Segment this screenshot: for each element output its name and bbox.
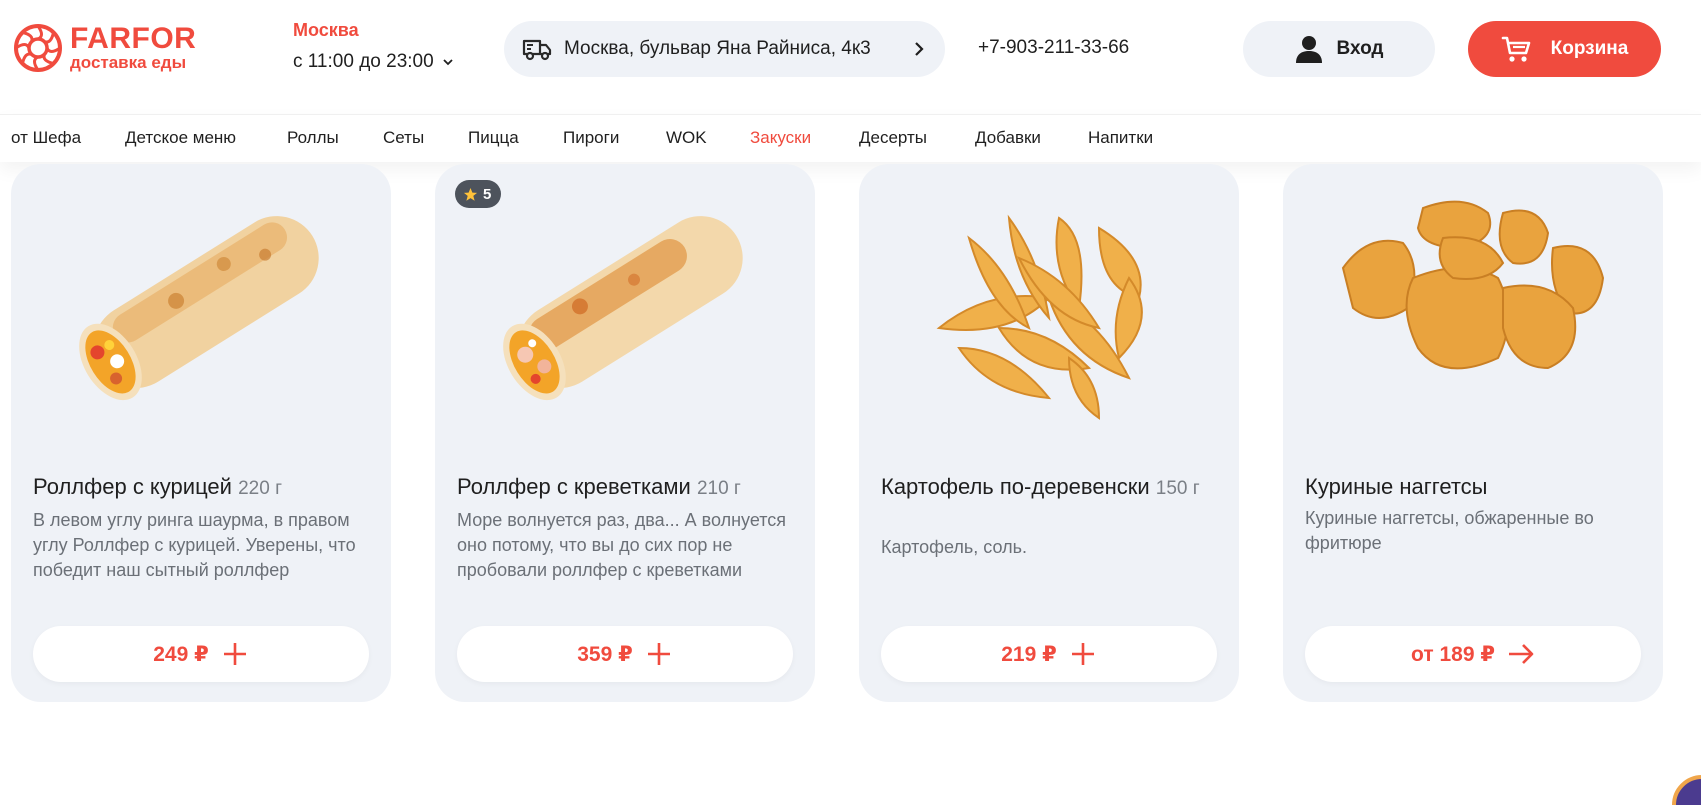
add-to-cart-button[interactable]: 359 ₽ [457, 626, 793, 682]
logo-icon [14, 24, 62, 72]
product-name: Куриные наггетсы [1305, 474, 1488, 499]
product-description: Куриные наггетсы, обжаренные во фритюре [1305, 508, 1594, 553]
working-hours-label: с 11:00 до 23:00 [293, 51, 434, 72]
product-title: Картофель по-деревенски 150 г [881, 472, 1221, 503]
choose-option-button[interactable]: от 189 ₽ [1305, 626, 1641, 682]
product-price: 249 ₽ [153, 642, 209, 666]
product-image-chicken-nuggets [1341, 200, 1605, 370]
product-description: Картофель, соль. [881, 537, 1027, 557]
arrow-right-icon [1508, 644, 1534, 664]
category-nav: от Шефа Детское меню Роллы Сеты Пицца Пи… [0, 114, 1701, 162]
city-name[interactable]: Москва [293, 20, 454, 41]
product-name: Роллфер с курицей [33, 474, 232, 499]
logo-subtitle: доставка еды [70, 53, 187, 72]
product-weight: 220 г [238, 478, 283, 499]
delivery-truck-icon [522, 39, 552, 61]
product-name: Роллфер с креветками [457, 474, 691, 499]
product-title: Роллфер с курицей 220 г [33, 472, 373, 503]
nav-item-kids-menu[interactable]: Детское меню [125, 128, 236, 148]
nav-item-wok[interactable]: WOK [666, 128, 707, 148]
user-icon [1295, 36, 1322, 63]
add-to-cart-button[interactable]: 219 ₽ [881, 626, 1217, 682]
site-header: FARFOR доставка еды Москва с 11:00 до 23… [0, 0, 1701, 114]
product-weight: 210 г [696, 478, 741, 499]
rating-value: 5 [483, 185, 492, 203]
cart-button[interactable]: Корзина [1468, 21, 1661, 77]
product-card[interactable]: 5 Роллфер с креветками 210 г Море волнуе… [435, 164, 815, 702]
login-button[interactable]: Вход [1243, 21, 1435, 77]
chevron-right-icon [915, 42, 924, 56]
login-label: Вход [1336, 38, 1384, 59]
product-description: Море волнуется раз, два... А волнуется о… [457, 510, 787, 580]
chevron-down-icon [443, 59, 453, 66]
product-price: от 189 ₽ [1411, 642, 1495, 666]
nav-item-pies[interactable]: Пироги [563, 128, 619, 148]
nav-item-chef[interactable]: от Шефа [11, 128, 81, 148]
product-image-potato-wedges [936, 214, 1143, 420]
plus-icon [223, 643, 246, 665]
product-price: 359 ₽ [577, 642, 633, 666]
add-to-cart-button[interactable]: 249 ₽ [33, 626, 369, 682]
plus-icon [1071, 643, 1094, 665]
nav-item-sets[interactable]: Сеты [383, 128, 424, 148]
nav-item-drinks[interactable]: Напитки [1088, 128, 1153, 148]
city-selector: Москва с 11:00 до 23:00 [293, 20, 454, 73]
product-image-chicken-roll [79, 216, 319, 401]
nav-item-pizza[interactable]: Пицца [468, 128, 519, 148]
product-image-shrimp-roll [503, 216, 743, 401]
delivery-address-button[interactable]: Москва, бульвар Яна Райниса, 4к3 [504, 21, 945, 77]
product-description: В левом углу ринга шаурма, в правом углу… [33, 510, 356, 580]
product-title: Куриные наггетсы [1305, 472, 1645, 503]
product-weight: 150 г [1155, 478, 1200, 499]
nav-item-extras[interactable]: Добавки [975, 128, 1041, 148]
product-card[interactable]: Куриные наггетсы Куриные наггетсы, обжар… [1283, 164, 1663, 702]
product-card[interactable]: Роллфер с курицей 220 г В левом углу рин… [11, 164, 391, 702]
product-card[interactable]: Картофель по-деревенски 150 г Картофель,… [859, 164, 1239, 702]
product-name: Картофель по-деревенски [881, 474, 1150, 499]
nav-item-snacks[interactable]: Закуски [750, 128, 811, 148]
nav-item-desserts[interactable]: Десерты [859, 128, 927, 148]
rating-badge: 5 [455, 180, 502, 208]
nav-item-rolls[interactable]: Роллы [287, 128, 339, 148]
plus-icon [647, 643, 670, 665]
phone-number[interactable]: +7-903-211-33-66 [978, 37, 1129, 59]
chat-widget-button[interactable] [1672, 775, 1701, 805]
working-hours[interactable]: с 11:00 до 23:00 [293, 51, 454, 73]
cart-label: Корзина [1550, 38, 1629, 59]
shopping-cart-icon [1501, 36, 1530, 62]
logo[interactable]: FARFOR доставка еды [12, 22, 196, 74]
product-price: 219 ₽ [1001, 642, 1057, 666]
product-title: Роллфер с креветками 210 г [457, 472, 797, 503]
logo-brand: FARFOR [70, 22, 197, 55]
delivery-address: Москва, бульвар Яна Райниса, 4к3 [564, 38, 871, 59]
star-icon [463, 187, 478, 201]
